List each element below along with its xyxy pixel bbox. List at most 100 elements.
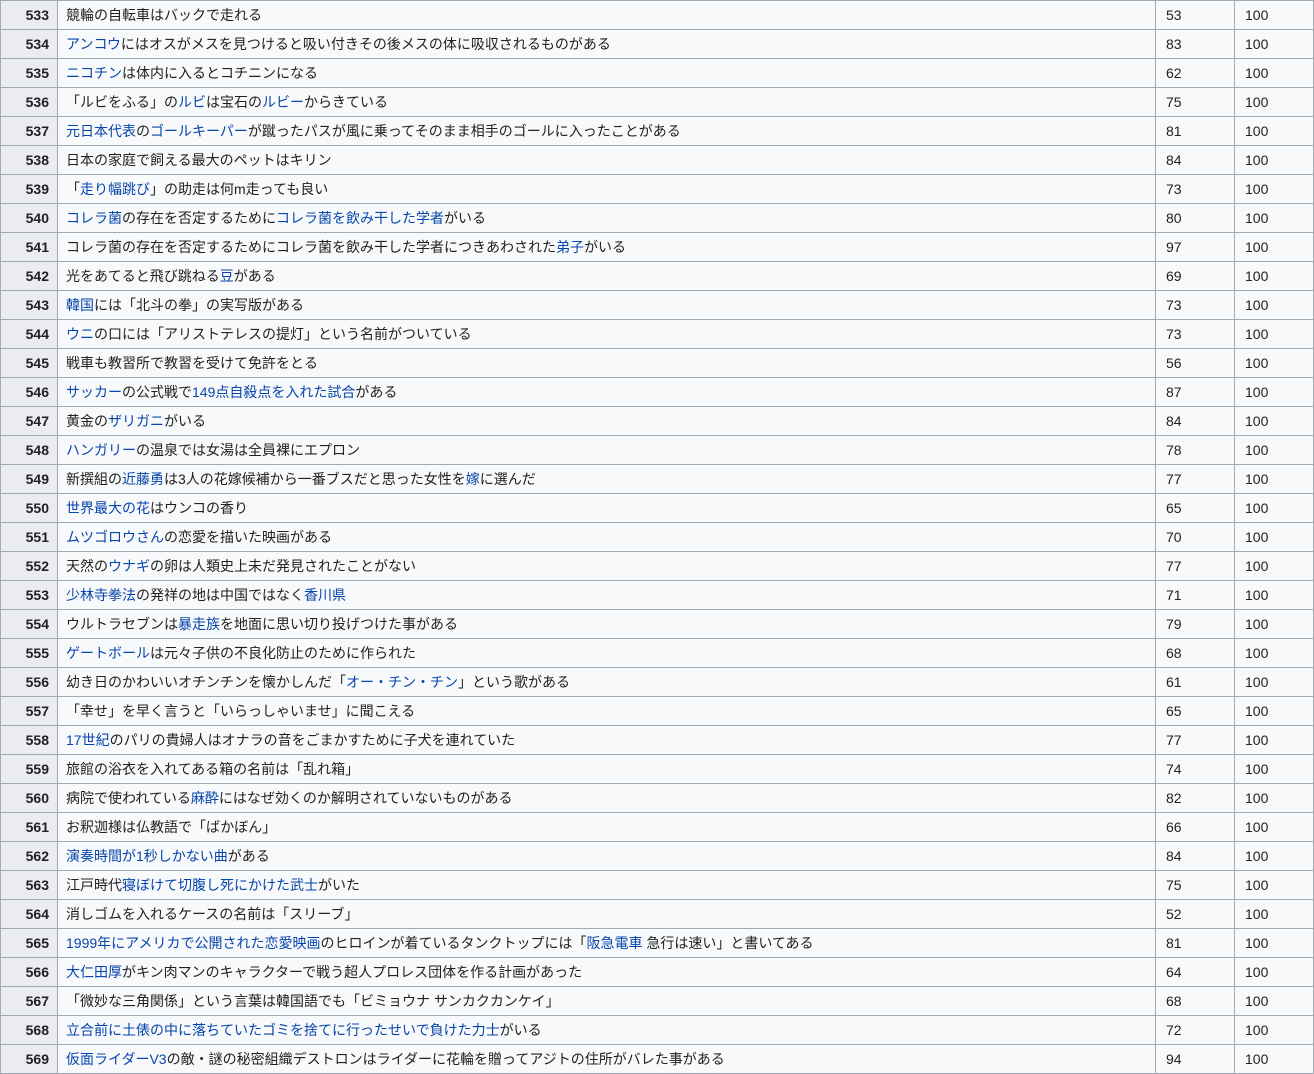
wiki-link[interactable]: 弟子	[556, 239, 584, 255]
text-segment: がいる	[584, 239, 626, 255]
row-number: 538	[1, 146, 58, 175]
value-1: 94	[1156, 1045, 1235, 1074]
value-1: 73	[1156, 175, 1235, 204]
text-segment: がキン肉マンのキャラクターで戦う超人プロレス団体を作る計画があった	[122, 964, 582, 980]
value-2: 100	[1235, 233, 1314, 262]
value-2: 100	[1235, 320, 1314, 349]
row-number: 545	[1, 349, 58, 378]
text-segment: の温泉では女湯は全員裸にエプロン	[136, 442, 360, 458]
wiki-link[interactable]: 仮面ライダーV3	[66, 1051, 167, 1067]
wiki-link[interactable]: 世界最大の花	[66, 500, 150, 516]
wiki-link[interactable]: ウニ	[66, 326, 94, 342]
value-1: 74	[1156, 755, 1235, 784]
wiki-link[interactable]: ザリガニ	[108, 413, 164, 429]
wiki-link[interactable]: 立合前に土俵の中に落ちていたゴミを捨てに行ったせいで負けた力士	[66, 1022, 500, 1038]
row-description: 戦車も教習所で教習を受けて免許をとる	[58, 349, 1156, 378]
row-description: お釈迦様は仏教語で「ばかぼん」	[58, 813, 1156, 842]
wiki-link[interactable]: 149点自殺点を入れた試合	[192, 384, 355, 400]
text-segment: にはなぜ効くのか解明されていないものがある	[219, 790, 513, 806]
table-row: 535ニコチンは体内に入るとコチニンになる62100	[1, 59, 1314, 88]
value-2: 100	[1235, 668, 1314, 697]
wiki-link[interactable]: ハンガリー	[66, 442, 136, 458]
row-description: 病院で使われている麻酔にはなぜ効くのか解明されていないものがある	[58, 784, 1156, 813]
wiki-link[interactable]: 17世紀	[66, 732, 110, 748]
wiki-link[interactable]: 近藤勇	[122, 471, 164, 487]
value-1: 84	[1156, 146, 1235, 175]
text-segment: コレラ菌の存在を否定するためにコレラ菌を飲み干した学者につきあわされた	[66, 239, 556, 255]
table-row: 542光をあてると飛び跳ねる豆がある69100	[1, 262, 1314, 291]
text-segment: は体内に入るとコチニンになる	[122, 65, 318, 81]
wiki-link[interactable]: ウナギ	[108, 558, 150, 574]
text-segment: 江戸時代	[66, 877, 122, 893]
wiki-link[interactable]: 香川県	[304, 587, 346, 603]
wiki-link[interactable]: 麻酔	[191, 790, 219, 806]
row-description: 大仁田厚がキン肉マンのキャラクターで戦う超人プロレス団体を作る計画があった	[58, 958, 1156, 987]
value-1: 62	[1156, 59, 1235, 88]
wiki-link[interactable]: 嫁	[466, 471, 480, 487]
wiki-link[interactable]: ルビー	[262, 94, 304, 110]
wiki-link[interactable]: ムツゴロウさん	[66, 529, 164, 545]
wiki-link[interactable]: 阪急電車	[586, 935, 642, 951]
wiki-link[interactable]: 寝ぼけて切腹し死にかけた武士	[122, 877, 318, 893]
value-1: 79	[1156, 610, 1235, 639]
row-description: 演奏時間が1秒しかない曲がある	[58, 842, 1156, 871]
value-1: 73	[1156, 291, 1235, 320]
table-row: 566大仁田厚がキン肉マンのキャラクターで戦う超人プロレス団体を作る計画があった…	[1, 958, 1314, 987]
wiki-link[interactable]: 走り幅跳び	[80, 181, 150, 197]
wiki-link[interactable]: 演奏時間が1秒しかない曲	[66, 848, 228, 864]
row-number: 546	[1, 378, 58, 407]
value-2: 100	[1235, 929, 1314, 958]
wiki-link[interactable]: 豆	[220, 268, 234, 284]
wiki-link[interactable]: サッカー	[66, 384, 122, 400]
value-2: 100	[1235, 349, 1314, 378]
text-segment: 「	[66, 181, 80, 197]
value-2: 100	[1235, 697, 1314, 726]
table-row: 544ウニの口には「アリストテレスの提灯」という名前がついている73100	[1, 320, 1314, 349]
text-segment: 日本の家庭で飼える最大のペットはキリン	[66, 152, 332, 168]
value-1: 81	[1156, 929, 1235, 958]
wiki-link[interactable]: 韓国	[66, 297, 94, 313]
value-2: 100	[1235, 1016, 1314, 1045]
wiki-link[interactable]: ゴールキーパー	[150, 123, 248, 139]
value-1: 61	[1156, 668, 1235, 697]
text-segment: のヒロインが着ているタンクトップには「	[320, 935, 586, 951]
row-description: 江戸時代寝ぼけて切腹し死にかけた武士がいた	[58, 871, 1156, 900]
wiki-link[interactable]: 1999年にアメリカで公開された恋愛映画	[66, 935, 320, 951]
wiki-link[interactable]: 元日本代表	[66, 123, 136, 139]
row-description: 新撰組の近藤勇は3人の花嫁候補から一番ブスだと思った女性を嫁に選んだ	[58, 465, 1156, 494]
text-segment: 新撰組の	[66, 471, 122, 487]
table-row: 5651999年にアメリカで公開された恋愛映画のヒロインが着ているタンクトップに…	[1, 929, 1314, 958]
value-1: 87	[1156, 378, 1235, 407]
text-segment: は元々子供の不良化防止のために作られた	[150, 645, 416, 661]
wiki-link[interactable]: 少林寺拳法	[66, 587, 136, 603]
wiki-link[interactable]: ゲートボール	[66, 645, 150, 661]
wiki-link[interactable]: ルビ	[178, 94, 206, 110]
value-2: 100	[1235, 494, 1314, 523]
row-description: ウルトラセブンは暴走族を地面に思い切り投げつけた事がある	[58, 610, 1156, 639]
row-description: アンコウにはオスがメスを見つけると吸い付きその後メスの体に吸収されるものがある	[58, 30, 1156, 59]
text-segment: 」という歌がある	[458, 674, 570, 690]
wiki-link[interactable]: オー・チン・チン	[346, 674, 458, 690]
row-number: 541	[1, 233, 58, 262]
value-1: 77	[1156, 552, 1235, 581]
value-2: 100	[1235, 900, 1314, 929]
table-row: 543韓国には「北斗の拳」の実写版がある73100	[1, 291, 1314, 320]
wiki-link[interactable]: 暴走族	[178, 616, 220, 632]
text-segment: は3人の花嫁候補から一番ブスだと思った女性を	[164, 471, 466, 487]
wiki-link[interactable]: コレラ菌を飲み干した学者	[276, 210, 444, 226]
value-2: 100	[1235, 1, 1314, 30]
table-row: 564消しゴムを入れるケースの名前は「スリーブ」52100	[1, 900, 1314, 929]
value-2: 100	[1235, 755, 1314, 784]
value-1: 75	[1156, 871, 1235, 900]
wiki-link[interactable]: コレラ菌	[66, 210, 122, 226]
wiki-link[interactable]: ニコチン	[66, 65, 122, 81]
text-segment: の恋愛を描いた映画がある	[164, 529, 332, 545]
wiki-link[interactable]: アンコウ	[66, 36, 121, 52]
row-description: 幼き日のかわいいオチンチンを懐かしんだ「オー・チン・チン」という歌がある	[58, 668, 1156, 697]
row-number: 554	[1, 610, 58, 639]
wiki-link[interactable]: 大仁田厚	[66, 964, 122, 980]
row-number: 544	[1, 320, 58, 349]
table-row: 552天然のウナギの卵は人類史上未だ発見されたことがない77100	[1, 552, 1314, 581]
row-number: 533	[1, 1, 58, 30]
row-description: 少林寺拳法の発祥の地は中国ではなく香川県	[58, 581, 1156, 610]
